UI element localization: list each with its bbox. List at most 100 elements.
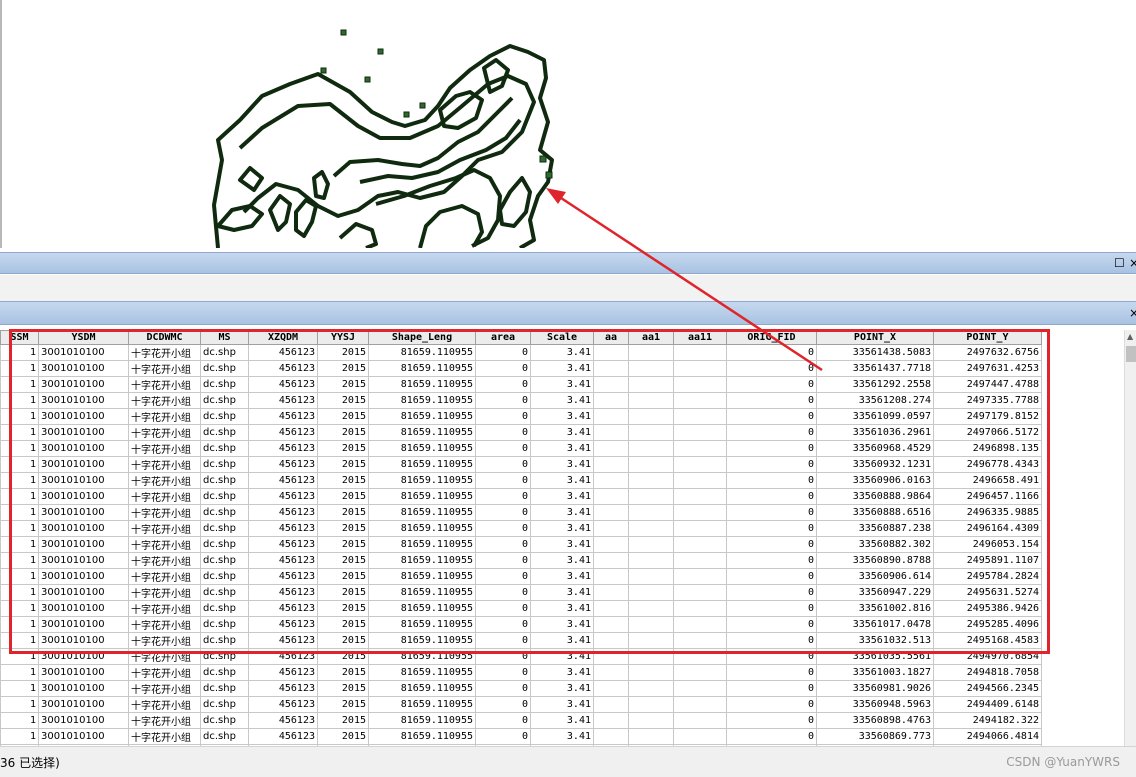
table-cell[interactable]: 81659.110955	[368, 696, 476, 713]
table-cell[interactable]: 2495386.9426	[933, 600, 1042, 617]
table-cell[interactable]: 2015	[317, 664, 369, 681]
table-cell[interactable]: 2496053.154	[933, 536, 1042, 553]
table-cell[interactable]: 0	[475, 488, 531, 505]
table-cell[interactable]: dc.shp	[200, 600, 249, 617]
table-cell[interactable]: 十字花开小组	[128, 392, 201, 409]
column-header-shape-leng[interactable]: Shape_Leng	[368, 330, 476, 345]
table-cell[interactable]: 2015	[317, 392, 369, 409]
table-cell[interactable]: 456123	[248, 408, 318, 425]
table-cell[interactable]: 1	[0, 520, 39, 537]
table-cell[interactable]: 0	[475, 440, 531, 457]
table-cell[interactable]: 81659.110955	[368, 616, 476, 633]
table-cell[interactable]: 33561003.1827	[816, 664, 934, 681]
table-cell[interactable]	[673, 680, 727, 697]
table-cell[interactable]: 0	[726, 600, 817, 617]
table-cell[interactable]: 1	[0, 440, 39, 457]
table-cell[interactable]: 3.41	[530, 680, 594, 697]
table-cell[interactable]: 十字花开小组	[128, 536, 201, 553]
table-cell[interactable]: 3001010100	[38, 344, 129, 361]
table-cell[interactable]: 1	[0, 616, 39, 633]
table-cell[interactable]	[593, 568, 629, 585]
table-cell[interactable]: 1	[0, 664, 39, 681]
table-cell[interactable]: 3.41	[530, 488, 594, 505]
table-cell[interactable]: 1	[0, 696, 39, 713]
table-row[interactable]: 13001010100十字花开小组dc.shp456123201581659.1…	[0, 392, 1042, 409]
table-cell[interactable]	[673, 648, 727, 665]
table-cell[interactable]: 2015	[317, 488, 369, 505]
table-cell[interactable]: 2497447.4788	[933, 376, 1042, 393]
table-cell[interactable]	[628, 600, 674, 617]
table-cell[interactable]	[628, 456, 674, 473]
table-cell[interactable]	[673, 360, 727, 377]
column-header-ms[interactable]: MS	[200, 330, 249, 345]
table-row[interactable]: 13001010100十字花开小组dc.shp456123201581659.1…	[0, 680, 1042, 697]
table-cell[interactable]: 0	[726, 360, 817, 377]
table-cell[interactable]: 0	[726, 584, 817, 601]
table-cell[interactable]: 81659.110955	[368, 344, 476, 361]
table-cell[interactable]: dc.shp	[200, 472, 249, 489]
table-cell[interactable]: 2496335.9885	[933, 504, 1042, 521]
table-cell[interactable]: 2015	[317, 648, 369, 665]
table-cell[interactable]: 2494818.7058	[933, 664, 1042, 681]
table-cell[interactable]: 81659.110955	[368, 600, 476, 617]
table-cell[interactable]: 3001010100	[38, 632, 129, 649]
table-cell[interactable]	[628, 632, 674, 649]
table-cell[interactable]	[673, 440, 727, 457]
table-cell[interactable]: 2015	[317, 408, 369, 425]
table-cell[interactable]	[673, 344, 727, 361]
table-cell[interactable]: 81659.110955	[368, 664, 476, 681]
table-cell[interactable]: 1	[0, 424, 39, 441]
table-cell[interactable]	[628, 648, 674, 665]
table-cell[interactable]: dc.shp	[200, 568, 249, 585]
column-header-area[interactable]: area	[475, 330, 531, 345]
table-cell[interactable]: 0	[726, 408, 817, 425]
table-cell[interactable]	[593, 360, 629, 377]
table-cell[interactable]	[628, 488, 674, 505]
table-cell[interactable]: 0	[475, 664, 531, 681]
table-cell[interactable]: 十字花开小组	[128, 632, 201, 649]
column-header-point-y[interactable]: POINT_Y	[933, 330, 1042, 345]
table-cell[interactable]: 3001010100	[38, 376, 129, 393]
table-cell[interactable]: 2015	[317, 600, 369, 617]
table-cell[interactable]	[673, 696, 727, 713]
table-cell[interactable]: 3.41	[530, 392, 594, 409]
table-cell[interactable]: 0	[726, 568, 817, 585]
table-cell[interactable]: 0	[726, 424, 817, 441]
table-cell[interactable]: 0	[726, 392, 817, 409]
table-row[interactable]: 13001010100十字花开小组dc.shp456123201581659.1…	[0, 472, 1042, 489]
table-cell[interactable]: 3.41	[530, 648, 594, 665]
table-cell[interactable]: 2496457.1166	[933, 488, 1042, 505]
table-cell[interactable]: 2015	[317, 584, 369, 601]
table-cell[interactable]: 3001010100	[38, 360, 129, 377]
column-header-yysj[interactable]: YYSJ	[317, 330, 369, 345]
table-cell[interactable]: 33561437.7718	[816, 360, 934, 377]
table-cell[interactable]: 3.41	[530, 504, 594, 521]
table-cell[interactable]	[673, 456, 727, 473]
table-cell[interactable]: 2494409.6148	[933, 696, 1042, 713]
table-cell[interactable]: 3.41	[530, 344, 594, 361]
table-cell[interactable]: 33560968.4529	[816, 440, 934, 457]
table-cell[interactable]	[593, 552, 629, 569]
table-cell[interactable]: 33561002.816	[816, 600, 934, 617]
table-cell[interactable]	[673, 520, 727, 537]
table-cell[interactable]: 十字花开小组	[128, 504, 201, 521]
table-row[interactable]: 13001010100十字花开小组dc.shp456123201581659.1…	[0, 488, 1042, 505]
table-row[interactable]: 13001010100十字花开小组dc.shp456123201581659.1…	[0, 504, 1042, 521]
table-cell[interactable]: 0	[726, 536, 817, 553]
table-cell[interactable]: 33561438.5083	[816, 344, 934, 361]
table-cell[interactable]: 456123	[248, 344, 318, 361]
table-cell[interactable]	[593, 584, 629, 601]
table-cell[interactable]	[673, 584, 727, 601]
table-cell[interactable]: 2015	[317, 504, 369, 521]
table-cell[interactable]	[628, 680, 674, 697]
table-row[interactable]: 13001010100十字花开小组dc.shp456123201581659.1…	[0, 424, 1042, 441]
table-cell[interactable]: 3001010100	[38, 488, 129, 505]
table-cell[interactable]: dc.shp	[200, 360, 249, 377]
table-cell[interactable]: 33560947.229	[816, 584, 934, 601]
table-cell[interactable]: 3001010100	[38, 696, 129, 713]
table-cell[interactable]	[673, 616, 727, 633]
column-header-dcdwmc[interactable]: DCDWMC	[128, 330, 201, 345]
table-cell[interactable]: dc.shp	[200, 680, 249, 697]
table-row[interactable]: 13001010100十字花开小组dc.shp456123201581659.1…	[0, 664, 1042, 681]
table-cell[interactable]: dc.shp	[200, 344, 249, 361]
